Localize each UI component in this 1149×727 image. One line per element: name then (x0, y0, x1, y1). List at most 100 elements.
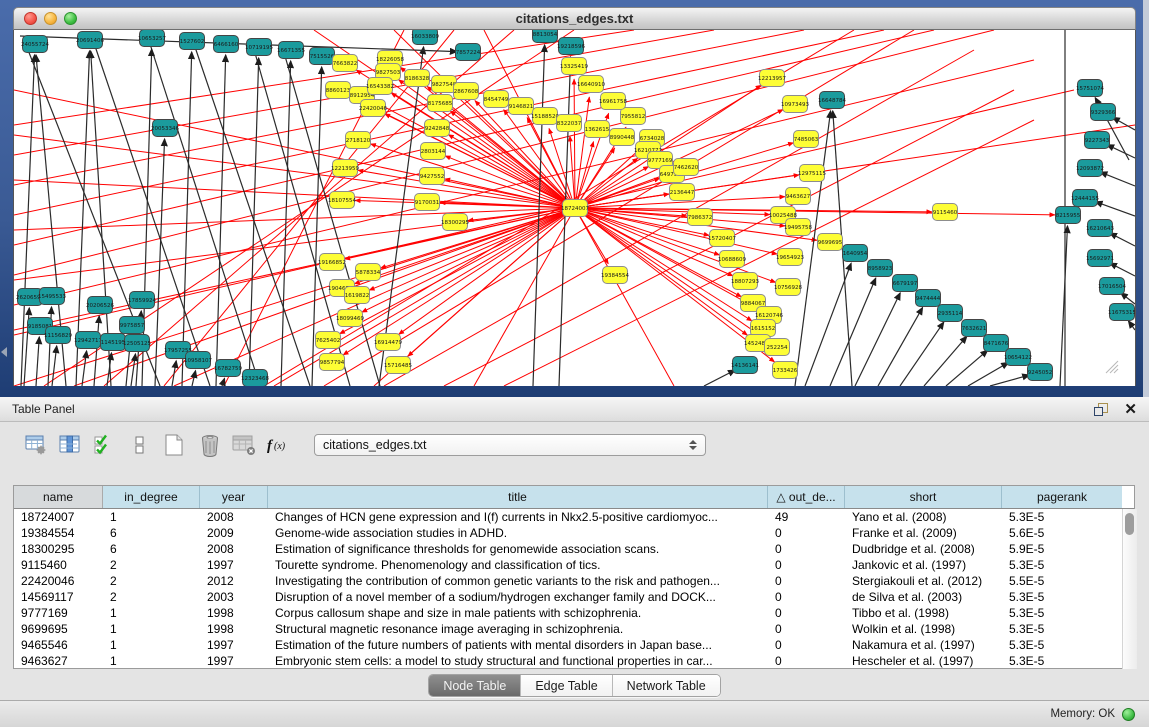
cell-year: 2008 (200, 542, 268, 556)
cell-out_degree: 0 (768, 622, 845, 636)
table-row[interactable]: 1456911722003Disruption of a novel membe… (14, 589, 1122, 605)
cell-name: 9115460 (14, 558, 103, 572)
cell-title: Embryonic stem cells: a model to study s… (268, 654, 768, 668)
graph-edge (249, 58, 259, 386)
graph-node-label: 7462620 (674, 165, 699, 171)
graph-edge (281, 61, 291, 386)
cell-in_degree: 1 (103, 510, 200, 524)
column-header-pagerank[interactable]: pagerank (1002, 486, 1122, 508)
delete-column-icon[interactable] (196, 431, 224, 459)
close-panel-icon[interactable]: ✕ (1124, 402, 1137, 417)
column-header-year[interactable]: year (200, 486, 268, 508)
graph-node-label: 16961758 (599, 99, 627, 105)
table-row[interactable]: 977716911998Corpus callosum shape and si… (14, 605, 1122, 621)
panel-collapse-arrow[interactable] (1, 347, 7, 357)
function-builder-icon[interactable]: f(x) (264, 431, 292, 459)
cell-name: 14569117 (14, 590, 103, 604)
table-row[interactable]: 1872400712008Changes of HCN gene express… (14, 509, 1122, 525)
graph-node-label: 9245052 (1028, 370, 1053, 376)
select-column-icon[interactable] (56, 431, 84, 459)
table-row[interactable]: 1830029562008Estimation of significance … (14, 541, 1122, 557)
graph-node-label: 16033809 (411, 34, 439, 40)
cell-short: Jankovic et al. (1997) (845, 558, 1002, 572)
cell-short: Dudbridge et al. (2008) (845, 542, 1002, 556)
table-row[interactable]: 946554611997Estimation of the future num… (14, 637, 1122, 653)
column-header-out_degree[interactable]: △ out_de... (768, 486, 845, 508)
table-row[interactable]: 969969511998Structural magnetic resonanc… (14, 621, 1122, 637)
graph-edge (855, 293, 900, 386)
graph-node-label: 2718120 (346, 138, 371, 144)
cell-title: Tourette syndrome. Phenomenology and cla… (268, 558, 768, 572)
table-scrollbar[interactable] (1122, 509, 1137, 669)
table-scrollbar-thumb[interactable] (1125, 513, 1134, 535)
graph-node-label: 19166852 (318, 260, 346, 266)
graph-node-label: 2935114 (938, 311, 963, 317)
memory-status-indicator[interactable] (1122, 708, 1135, 721)
graph-node-label: 9827503 (376, 70, 401, 76)
cell-name: 9777169 (14, 606, 103, 620)
graph-edge (408, 208, 575, 356)
tab-network-table[interactable]: Network Table (612, 675, 720, 696)
cell-title: Estimation of the future numbers of pati… (268, 638, 768, 652)
graph-node-label: 1733426 (773, 368, 798, 374)
cell-in_degree: 2 (103, 574, 200, 588)
graph-edge (1095, 202, 1135, 216)
column-header-in_degree[interactable]: in_degree (103, 486, 200, 508)
clear-selection-icon[interactable] (126, 431, 154, 459)
float-panel-icon[interactable] (1094, 403, 1108, 416)
graph-node-label: 9827548 (432, 82, 457, 88)
cell-year: 1997 (200, 558, 268, 572)
graph-node-label: 6466160 (214, 42, 239, 48)
tab-node-table[interactable]: Node Table (429, 675, 520, 696)
cell-name: 18724007 (14, 510, 103, 524)
column-header-short[interactable]: short (845, 486, 1002, 508)
tab-edge-table[interactable]: Edge Table (520, 675, 611, 696)
cell-title: Changes of HCN gene expression and I(f) … (268, 510, 768, 524)
cell-short: Hescheler et al. (1997) (845, 654, 1002, 668)
table-row[interactable]: 2242004622012Investigating the contribut… (14, 573, 1122, 589)
cell-out_degree: 0 (768, 654, 845, 668)
graph-edge (924, 336, 967, 386)
graph-edge (1107, 145, 1135, 158)
graph-edge (182, 52, 192, 386)
graph-node-label: 8860123 (326, 88, 351, 94)
table-row[interactable]: 946362711997Embryonic stem cells: a mode… (14, 653, 1122, 669)
cell-short: Tibbo et al. (1998) (845, 606, 1002, 620)
graph-node-label: 15188520 (531, 114, 559, 120)
graph-node-label: 8813054 (533, 32, 558, 38)
cell-out_degree: 49 (768, 510, 845, 524)
table-settings-icon[interactable] (22, 431, 50, 459)
graph-node-label: 7663822 (333, 61, 358, 67)
graph-edge (1060, 226, 1067, 386)
application-window: citations_edges.txt 24055724206914061065… (0, 0, 1149, 727)
cell-pagerank: 5.3E-5 (1002, 638, 1122, 652)
graph-node-label: 19654923 (776, 255, 804, 261)
network-canvas[interactable]: 2405572420691406106532571527602646616010… (13, 30, 1136, 386)
graph-node-label: 7625402 (316, 338, 341, 344)
column-header-name[interactable]: name (14, 486, 103, 508)
graph-node-label: 9329366 (1091, 110, 1116, 116)
column-header-title[interactable]: title (268, 486, 768, 508)
network-window-title: citations_edges.txt (14, 11, 1135, 26)
table-panel: Table Panel ✕ f(x) citations_edges.txt n… (0, 397, 1149, 727)
new-table-icon[interactable] (160, 431, 188, 459)
graph-node-label: 11156829 (44, 333, 72, 339)
network-window: citations_edges.txt 24055724206914061065… (13, 7, 1136, 387)
cell-year: 1998 (200, 622, 268, 636)
window-resize-grip[interactable] (1103, 358, 1119, 374)
table-select-dropdown[interactable]: citations_edges.txt (314, 434, 706, 456)
select-all-icon[interactable] (90, 431, 118, 459)
delete-table-icon[interactable] (230, 431, 258, 459)
graph-node-label: 2867608 (454, 89, 479, 95)
graph-node-label: 15716485 (384, 363, 412, 369)
graph-node-label: 16543382 (366, 84, 394, 90)
table-panel-title: Table Panel (12, 402, 75, 416)
graph-node-label: 9242848 (425, 126, 450, 132)
network-window-titlebar[interactable]: citations_edges.txt (13, 7, 1136, 30)
cell-title: Disruption of a novel member of a sodium… (268, 590, 768, 604)
table-row[interactable]: 911546021997Tourette syndrome. Phenomeno… (14, 557, 1122, 573)
graph-node-label: 1640954 (843, 251, 868, 257)
graph-edge (384, 50, 974, 386)
table-row[interactable]: 1938455462009Genome-wide association stu… (14, 525, 1122, 541)
graph-edge (900, 322, 944, 386)
